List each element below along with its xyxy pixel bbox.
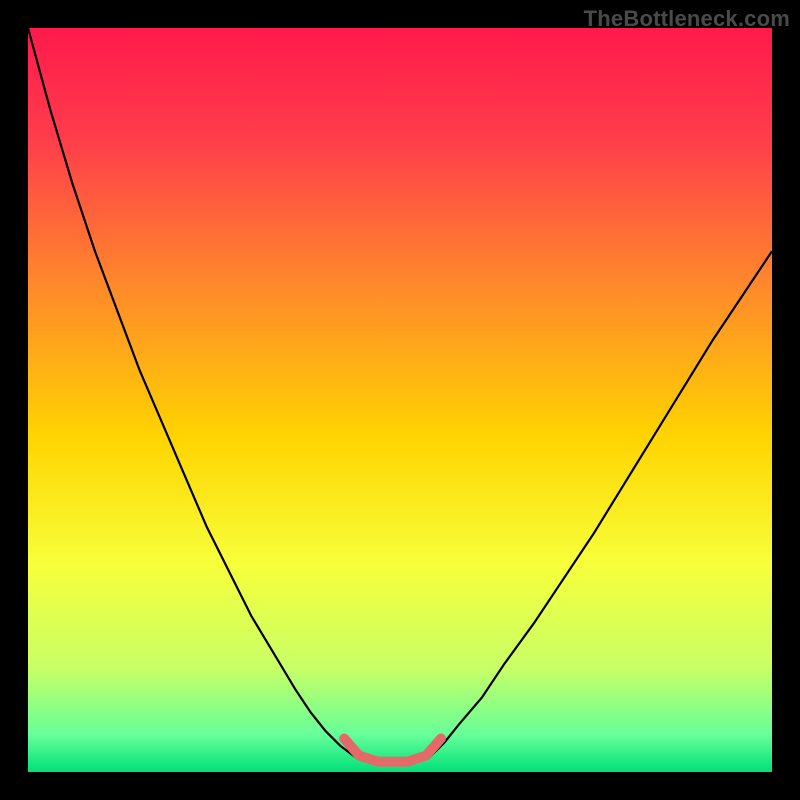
- chart-background: [28, 28, 772, 772]
- watermark-text: TheBottleneck.com: [584, 6, 790, 32]
- chart-svg: [28, 28, 772, 772]
- chart-plot-area: [28, 28, 772, 772]
- chart-stage: TheBottleneck.com: [0, 0, 800, 800]
